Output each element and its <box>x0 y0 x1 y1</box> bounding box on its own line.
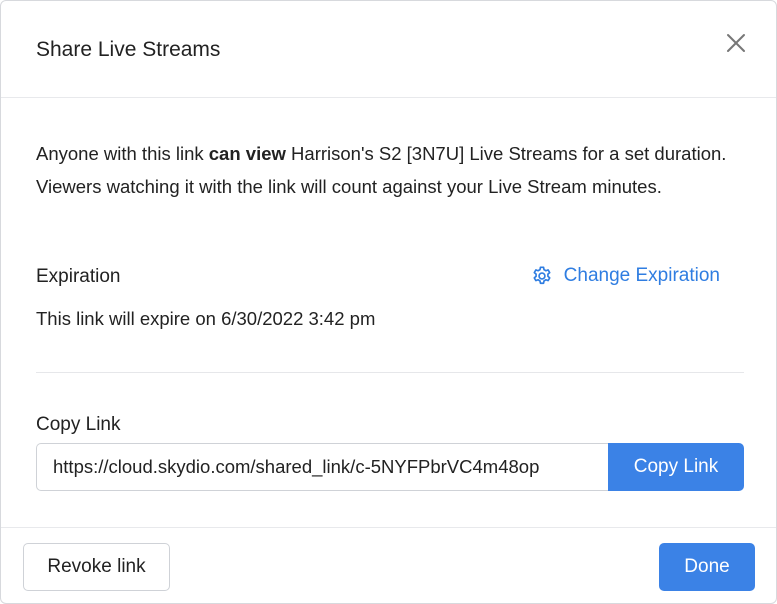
dialog-title: Share Live Streams <box>36 38 221 61</box>
revoke-link-button[interactable]: Revoke link <box>23 543 170 591</box>
done-button[interactable]: Done <box>659 543 755 591</box>
change-expiration-link[interactable]: Change Expiration <box>531 265 720 287</box>
change-expiration-label: Change Expiration <box>563 265 720 286</box>
close-icon <box>727 34 745 52</box>
expiration-label: Expiration <box>36 266 121 287</box>
dialog-footer: Revoke link Done <box>1 527 776 603</box>
copy-link-label: Copy Link <box>36 414 121 435</box>
dialog-header: Share Live Streams <box>1 1 776 98</box>
expiration-text: This link will expire on 6/30/2022 3:42 … <box>36 308 376 329</box>
section-divider <box>36 372 744 373</box>
copy-link-button[interactable]: Copy Link <box>608 443 744 491</box>
share-link-input[interactable] <box>36 443 608 491</box>
close-button[interactable] <box>724 31 748 55</box>
description-prefix: Anyone with this link <box>36 143 209 164</box>
share-description: Anyone with this link can view Harrison'… <box>36 138 736 203</box>
gear-icon <box>533 266 551 285</box>
copy-link-row: Copy Link <box>36 443 744 491</box>
share-live-streams-dialog: Share Live Streams Anyone with this link… <box>0 0 777 604</box>
description-emphasis: can view <box>208 143 286 164</box>
